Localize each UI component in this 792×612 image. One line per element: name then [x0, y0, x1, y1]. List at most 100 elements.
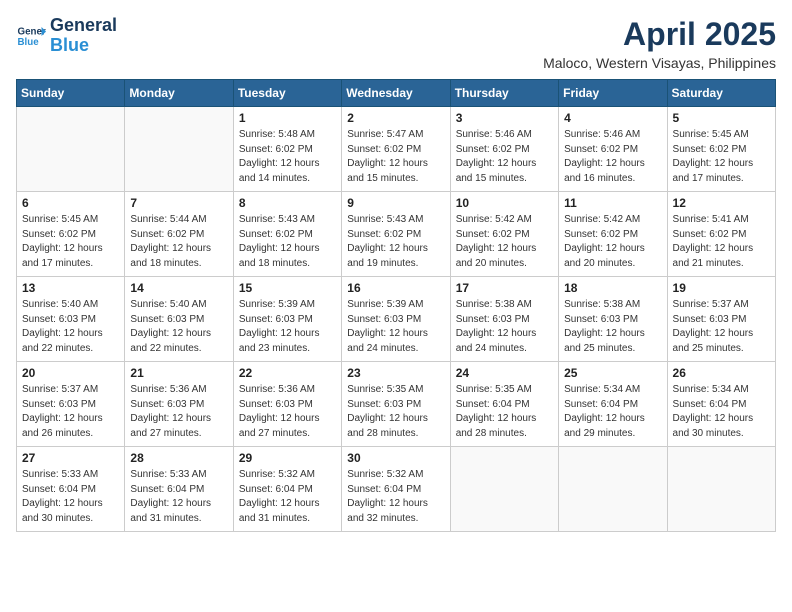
- day-cell: 12 Sunrise: 5:41 AMSunset: 6:02 PMDayligh…: [667, 192, 775, 277]
- day-number: 22: [239, 366, 336, 380]
- day-info: Sunrise: 5:37 AMSunset: 6:03 PMDaylight:…: [22, 383, 119, 441]
- day-info: Sunrise: 5:34 AMSunset: 6:04 PMDaylight:…: [564, 383, 661, 441]
- day-cell: 7 Sunrise: 5:44 AMSunset: 6:02 PMDaylight…: [125, 192, 233, 277]
- day-number: 8: [239, 196, 336, 210]
- day-cell: 3 Sunrise: 5:46 AMSunset: 6:02 PMDaylight…: [450, 107, 558, 192]
- day-cell: 18Sunrise: 5:38 AMSunset: 6:03 PMDayligh…: [559, 277, 667, 362]
- svg-text:Blue: Blue: [18, 37, 40, 48]
- week-row-5: 27 Sunrise: 5:33 AMSunset: 6:04 PMDayligh…: [17, 447, 776, 532]
- day-info: Sunrise: 5:46 AMSunset: 6:02 PMDaylight:…: [456, 128, 553, 186]
- day-info: Sunrise: 5:43 AMSunset: 6:02 PMDaylight:…: [347, 213, 444, 271]
- day-info: Sunrise: 5:41 AMSunset: 6:02 PMDaylight:…: [673, 213, 770, 271]
- day-number: 14: [130, 281, 227, 295]
- day-cell: [667, 447, 775, 532]
- day-cell: 10 Sunrise: 5:42 AMSunset: 6:02 PMDayligh…: [450, 192, 558, 277]
- day-info: Sunrise: 5:42 AMSunset: 6:02 PMDaylight:…: [456, 213, 553, 271]
- day-info: Sunrise: 5:44 AMSunset: 6:02 PMDaylight:…: [130, 213, 227, 271]
- day-number: 3: [456, 111, 553, 125]
- day-info: Sunrise: 5:39 AMSunset: 6:03 PMDaylight:…: [347, 298, 444, 356]
- weekday-header-thursday: Thursday: [450, 80, 558, 107]
- day-info: Sunrise: 5:45 AMSunset: 6:02 PMDaylight:…: [673, 128, 770, 186]
- day-info: Sunrise: 5:33 AMSunset: 6:04 PMDaylight:…: [22, 468, 119, 526]
- logo-icon: General Blue: [16, 21, 46, 51]
- day-info: Sunrise: 5:32 AMSunset: 6:04 PMDaylight:…: [347, 468, 444, 526]
- logo-text: General Blue: [50, 16, 117, 56]
- day-cell: [559, 447, 667, 532]
- logo: General Blue General Blue: [16, 16, 117, 56]
- day-number: 26: [673, 366, 770, 380]
- day-number: 6: [22, 196, 119, 210]
- day-number: 1: [239, 111, 336, 125]
- day-number: 2: [347, 111, 444, 125]
- day-number: 17: [456, 281, 553, 295]
- day-number: 15: [239, 281, 336, 295]
- day-number: 21: [130, 366, 227, 380]
- day-info: Sunrise: 5:48 AMSunset: 6:02 PMDaylight:…: [239, 128, 336, 186]
- day-info: Sunrise: 5:33 AMSunset: 6:04 PMDaylight:…: [130, 468, 227, 526]
- weekday-header-row: SundayMondayTuesdayWednesdayThursdayFrid…: [17, 80, 776, 107]
- day-number: 23: [347, 366, 444, 380]
- day-cell: 1 Sunrise: 5:48 AMSunset: 6:02 PMDaylight…: [233, 107, 341, 192]
- day-cell: 25 Sunrise: 5:34 AMSunset: 6:04 PMDayligh…: [559, 362, 667, 447]
- day-info: Sunrise: 5:39 AMSunset: 6:03 PMDaylight:…: [239, 298, 336, 356]
- day-cell: 26 Sunrise: 5:34 AMSunset: 6:04 PMDayligh…: [667, 362, 775, 447]
- month-year-title: April 2025: [543, 16, 776, 53]
- week-row-3: 13 Sunrise: 5:40 AMSunset: 6:03 PMDayligh…: [17, 277, 776, 362]
- day-cell: [450, 447, 558, 532]
- day-info: Sunrise: 5:37 AMSunset: 6:03 PMDaylight:…: [673, 298, 770, 356]
- day-cell: 2 Sunrise: 5:47 AMSunset: 6:02 PMDaylight…: [342, 107, 450, 192]
- day-info: Sunrise: 5:36 AMSunset: 6:03 PMDaylight:…: [130, 383, 227, 441]
- day-number: 24: [456, 366, 553, 380]
- day-cell: 16Sunrise: 5:39 AMSunset: 6:03 PMDayligh…: [342, 277, 450, 362]
- day-info: Sunrise: 5:35 AMSunset: 6:04 PMDaylight:…: [456, 383, 553, 441]
- day-info: Sunrise: 5:34 AMSunset: 6:04 PMDaylight:…: [673, 383, 770, 441]
- day-info: Sunrise: 5:46 AMSunset: 6:02 PMDaylight:…: [564, 128, 661, 186]
- day-cell: 29 Sunrise: 5:32 AMSunset: 6:04 PMDayligh…: [233, 447, 341, 532]
- day-cell: 22Sunrise: 5:36 AMSunset: 6:03 PMDayligh…: [233, 362, 341, 447]
- day-number: 5: [673, 111, 770, 125]
- day-info: Sunrise: 5:35 AMSunset: 6:03 PMDaylight:…: [347, 383, 444, 441]
- day-number: 10: [456, 196, 553, 210]
- week-row-1: 1 Sunrise: 5:48 AMSunset: 6:02 PMDaylight…: [17, 107, 776, 192]
- weekday-header-saturday: Saturday: [667, 80, 775, 107]
- day-cell: 27 Sunrise: 5:33 AMSunset: 6:04 PMDayligh…: [17, 447, 125, 532]
- day-cell: 21 Sunrise: 5:36 AMSunset: 6:03 PMDayligh…: [125, 362, 233, 447]
- day-info: Sunrise: 5:38 AMSunset: 6:03 PMDaylight:…: [456, 298, 553, 356]
- day-info: Sunrise: 5:45 AMSunset: 6:02 PMDaylight:…: [22, 213, 119, 271]
- day-cell: [125, 107, 233, 192]
- page-header: General Blue General Blue April 2025 Mal…: [16, 16, 776, 71]
- day-cell: 30 Sunrise: 5:32 AMSunset: 6:04 PMDayligh…: [342, 447, 450, 532]
- week-row-2: 6 Sunrise: 5:45 AMSunset: 6:02 PMDaylight…: [17, 192, 776, 277]
- weekday-header-friday: Friday: [559, 80, 667, 107]
- day-info: Sunrise: 5:43 AMSunset: 6:02 PMDaylight:…: [239, 213, 336, 271]
- day-cell: 11Sunrise: 5:42 AMSunset: 6:02 PMDayligh…: [559, 192, 667, 277]
- weekday-header-sunday: Sunday: [17, 80, 125, 107]
- day-info: Sunrise: 5:40 AMSunset: 6:03 PMDaylight:…: [22, 298, 119, 356]
- day-cell: [17, 107, 125, 192]
- day-number: 4: [564, 111, 661, 125]
- day-cell: 28Sunrise: 5:33 AMSunset: 6:04 PMDayligh…: [125, 447, 233, 532]
- title-block: April 2025 Maloco, Western Visayas, Phil…: [543, 16, 776, 71]
- day-info: Sunrise: 5:32 AMSunset: 6:04 PMDaylight:…: [239, 468, 336, 526]
- day-info: Sunrise: 5:40 AMSunset: 6:03 PMDaylight:…: [130, 298, 227, 356]
- day-cell: 19Sunrise: 5:37 AMSunset: 6:03 PMDayligh…: [667, 277, 775, 362]
- day-number: 27: [22, 451, 119, 465]
- day-cell: 24 Sunrise: 5:35 AMSunset: 6:04 PMDayligh…: [450, 362, 558, 447]
- day-number: 30: [347, 451, 444, 465]
- day-cell: 20 Sunrise: 5:37 AMSunset: 6:03 PMDayligh…: [17, 362, 125, 447]
- day-number: 7: [130, 196, 227, 210]
- day-info: Sunrise: 5:47 AMSunset: 6:02 PMDaylight:…: [347, 128, 444, 186]
- day-cell: 6 Sunrise: 5:45 AMSunset: 6:02 PMDaylight…: [17, 192, 125, 277]
- day-number: 9: [347, 196, 444, 210]
- day-number: 20: [22, 366, 119, 380]
- day-number: 29: [239, 451, 336, 465]
- day-number: 25: [564, 366, 661, 380]
- day-cell: 23 Sunrise: 5:35 AMSunset: 6:03 PMDayligh…: [342, 362, 450, 447]
- day-cell: 15 Sunrise: 5:39 AMSunset: 6:03 PMDayligh…: [233, 277, 341, 362]
- day-cell: 8 Sunrise: 5:43 AMSunset: 6:02 PMDaylight…: [233, 192, 341, 277]
- day-number: 12: [673, 196, 770, 210]
- day-number: 13: [22, 281, 119, 295]
- calendar-table: SundayMondayTuesdayWednesdayThursdayFrid…: [16, 79, 776, 532]
- day-cell: 5 Sunrise: 5:45 AMSunset: 6:02 PMDaylight…: [667, 107, 775, 192]
- weekday-header-wednesday: Wednesday: [342, 80, 450, 107]
